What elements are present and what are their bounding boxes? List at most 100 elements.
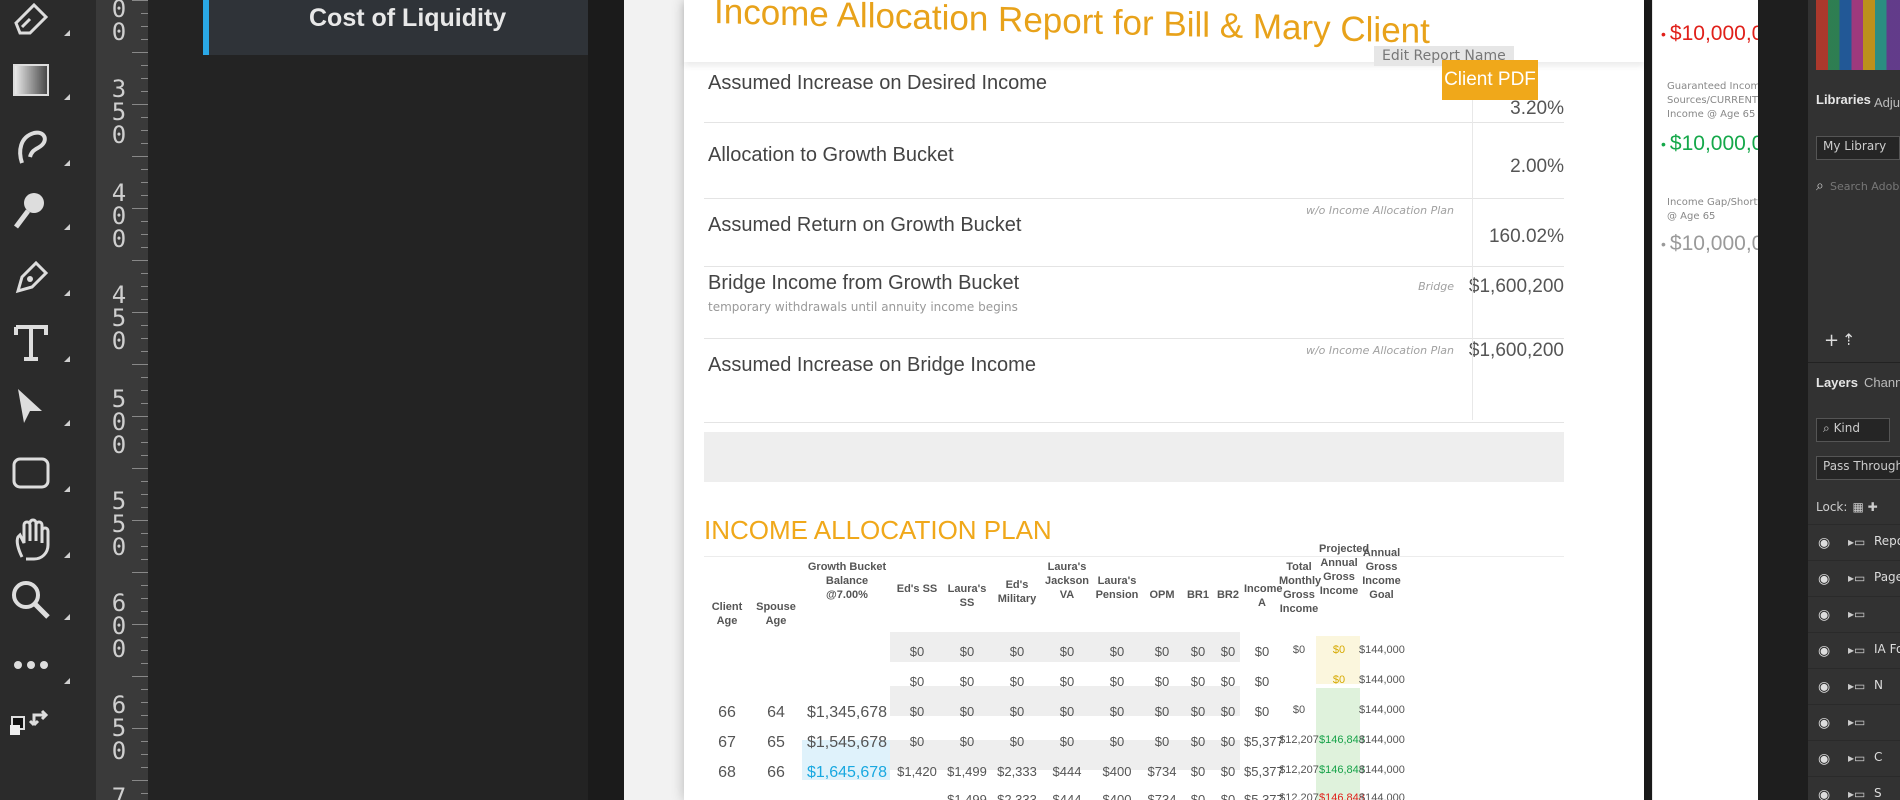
settings-row: Assumed Increase on Bridge Income w/o Inc… bbox=[704, 340, 1564, 423]
layer-name: C bbox=[1874, 750, 1883, 764]
table-cell: $0 bbox=[1190, 764, 1206, 779]
table-cell: $1,545,678 bbox=[806, 734, 888, 751]
add-icon[interactable]: + bbox=[1824, 330, 1839, 351]
tab-adjustments[interactable]: Adjus bbox=[1874, 95, 1900, 110]
table-cell: $0 bbox=[1254, 674, 1270, 689]
table-header: Income A bbox=[1244, 583, 1283, 609]
smudge-tool[interactable] bbox=[8, 118, 84, 174]
eye-icon[interactable]: ◉ bbox=[1818, 679, 1830, 695]
layer-row[interactable]: ◉ ▸▭ IA Fo bbox=[1808, 632, 1900, 669]
hand-icon bbox=[15, 518, 50, 561]
tool-submenu-indicator bbox=[64, 356, 70, 362]
table-cell: $0 bbox=[1009, 734, 1025, 749]
ruler-tick bbox=[132, 208, 148, 209]
layer-row[interactable]: ◉ ▸▭ bbox=[1808, 596, 1900, 633]
row-note: w/o Income Allocation Plan bbox=[1305, 204, 1454, 217]
table-header: Laura's SS bbox=[947, 583, 987, 609]
table-cell: 66 bbox=[767, 764, 785, 781]
swap-colors-icon bbox=[10, 709, 49, 735]
ruler-tick bbox=[132, 260, 148, 261]
eye-icon[interactable]: ◉ bbox=[1818, 751, 1830, 767]
table-cell: $12,207 bbox=[1279, 734, 1319, 746]
tab-libraries[interactable]: Libraries bbox=[1816, 92, 1871, 107]
layer-row[interactable]: ◉ ▸▭ bbox=[1808, 704, 1900, 741]
upload-icon[interactable]: ⇡ bbox=[1842, 330, 1855, 349]
layer-row[interactable]: ◉ ▸▭ Page bbox=[1808, 560, 1900, 597]
table-cell: $0 bbox=[1009, 644, 1025, 659]
ruler-tick bbox=[141, 169, 148, 170]
dodge-tool[interactable] bbox=[8, 182, 84, 238]
ruler-label-text: 5 0 0 bbox=[111, 385, 127, 459]
tool-submenu-indicator bbox=[64, 678, 70, 684]
row-label: Assumed Increase on Bridge Income bbox=[708, 354, 1036, 376]
swatches-grid[interactable] bbox=[1816, 0, 1900, 70]
table-cell: $0 bbox=[1059, 674, 1075, 689]
type-tool[interactable] bbox=[8, 314, 84, 370]
ruler-tick bbox=[141, 325, 148, 326]
search-icon: ⌕ bbox=[1816, 178, 1824, 194]
gradient-tool[interactable] bbox=[8, 52, 84, 108]
ruler-tick bbox=[141, 741, 148, 742]
income-allocation-table: Client Age Spouse Age Growth Bucket Balanc… bbox=[704, 543, 1564, 800]
table-cell: $0 bbox=[1220, 704, 1236, 719]
library-select[interactable]: My Library bbox=[1816, 136, 1900, 160]
pen-tool[interactable] bbox=[8, 248, 84, 304]
ruler-tick bbox=[141, 793, 148, 794]
ruler-tick bbox=[141, 377, 148, 378]
ruler-label-text: 3 5 0 bbox=[111, 75, 127, 149]
layer-row[interactable]: ◉ ▸▭ Repo bbox=[1808, 524, 1900, 561]
eye-icon[interactable]: ◉ bbox=[1818, 715, 1830, 731]
hand-tool[interactable] bbox=[8, 510, 84, 566]
table-cell: $0 bbox=[1254, 704, 1270, 719]
table-cell: $144,000 bbox=[1359, 704, 1405, 716]
client-pdf-button[interactable]: Client PDF bbox=[1442, 60, 1538, 100]
ruler-tick bbox=[141, 650, 148, 651]
folder-icon: ▸▭ bbox=[1848, 715, 1866, 729]
blend-mode-select[interactable]: Pass Through bbox=[1816, 456, 1900, 480]
lock-icon[interactable]: ▦ ✚ bbox=[1853, 500, 1878, 514]
table-cell: $734 bbox=[1147, 792, 1177, 800]
ruler-tick bbox=[132, 364, 148, 365]
path-selection-tool[interactable] bbox=[8, 378, 84, 434]
layer-row[interactable]: ◉ ▸▭ S bbox=[1808, 776, 1900, 800]
table-cell: $146,848 bbox=[1319, 734, 1365, 746]
eye-icon[interactable]: ◉ bbox=[1818, 787, 1830, 800]
eraser-tool[interactable] bbox=[8, 0, 84, 44]
kind-filter-select[interactable]: ⌕ Kind bbox=[1816, 418, 1890, 442]
table-cell: $400 bbox=[1102, 792, 1132, 800]
eye-icon[interactable]: ◉ bbox=[1818, 571, 1830, 587]
row-label: Assumed Return on Growth Bucket bbox=[708, 214, 1022, 236]
table-cell: $0 bbox=[1154, 674, 1170, 689]
zoom-icon bbox=[12, 581, 50, 619]
smudge-icon bbox=[18, 130, 47, 164]
ruler-tick bbox=[141, 754, 148, 755]
tool-submenu-indicator bbox=[64, 30, 70, 36]
ruler-tick bbox=[141, 767, 148, 768]
vertical-ruler: 0 0 3 5 0 4 0 0 4 5 0 5 0 0 5 5 0 6 0 0 6 5 0 7 bbox=[96, 0, 149, 800]
more-tools-tool[interactable] bbox=[8, 636, 84, 692]
layer-row[interactable]: ◉ ▸▭ N bbox=[1808, 668, 1900, 705]
swap-colors-tool[interactable] bbox=[8, 690, 84, 746]
ruler-tick bbox=[141, 39, 148, 40]
eye-icon[interactable]: ◉ bbox=[1818, 643, 1830, 659]
tab-layers[interactable]: Layers bbox=[1816, 375, 1858, 390]
table-cell: $0 bbox=[1059, 734, 1075, 749]
table-cell: $0 bbox=[1292, 704, 1306, 716]
table-cell: $0 bbox=[1292, 644, 1306, 656]
tab-channels[interactable]: Channe bbox=[1864, 375, 1900, 390]
report-title: Income Allocation Report for Bill & Mary… bbox=[714, 0, 1430, 51]
table-cell: $444 bbox=[1052, 792, 1082, 800]
table-cell: $2,333 bbox=[997, 764, 1037, 779]
ruler-tick bbox=[141, 689, 148, 690]
library-search-input[interactable]: ⌕ Search Adobe S bbox=[1816, 178, 1900, 198]
rectangle-tool[interactable] bbox=[8, 444, 84, 500]
layer-row[interactable]: ◉ ▸▭ C bbox=[1808, 740, 1900, 777]
eye-icon[interactable]: ◉ bbox=[1818, 607, 1830, 623]
eye-icon[interactable]: ◉ bbox=[1818, 535, 1830, 551]
ruler-tick bbox=[132, 780, 148, 781]
nav-item-cost-of-liquidity[interactable]: Cost of Liquidity bbox=[203, 0, 594, 55]
zoom-tool[interactable] bbox=[8, 572, 84, 628]
ruler-tick bbox=[141, 221, 148, 222]
report-header: Income Allocation Report for Bill & Mary… bbox=[684, 0, 1644, 66]
table-cell: $0 bbox=[959, 734, 975, 749]
